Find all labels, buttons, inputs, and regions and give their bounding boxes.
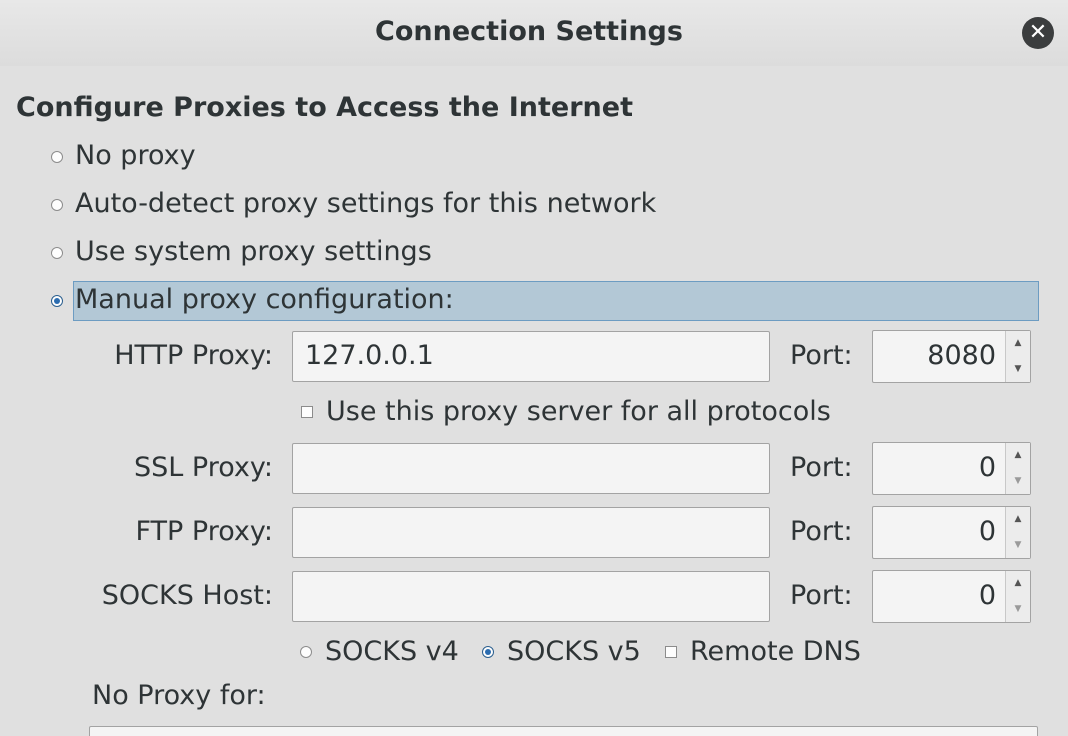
chevron-up-icon[interactable]: ▲ <box>1006 338 1030 348</box>
no-proxy-for-label: No Proxy for: <box>92 680 266 711</box>
socks-v4-label[interactable]: SOCKS v4 <box>325 636 459 667</box>
no-proxy-label[interactable]: No proxy <box>75 140 196 171</box>
share-all-protocols-checkbox[interactable] <box>301 406 313 418</box>
share-all-protocols-label[interactable]: Use this proxy server for all protocols <box>326 396 831 427</box>
auto-detect-label[interactable]: Auto-detect proxy settings for this netw… <box>75 188 656 219</box>
ssl-port-value[interactable]: 0 <box>979 452 996 483</box>
chevron-up-icon[interactable]: ▲ <box>1006 514 1030 524</box>
http-port-label: Port: <box>790 340 853 371</box>
http-port-spinner[interactable]: 8080 ▲ ▼ <box>872 330 1031 383</box>
socks-host-label: SOCKS Host: <box>101 580 273 611</box>
ssl-port-label: Port: <box>790 452 853 483</box>
socks-v4-radio[interactable] <box>300 646 312 658</box>
chevron-up-icon[interactable]: ▲ <box>1006 450 1030 460</box>
ssl-proxy-input[interactable] <box>292 443 770 494</box>
socks-port-spinner[interactable]: 0 ▲ ▼ <box>872 570 1031 623</box>
chevron-up-icon[interactable]: ▲ <box>1006 578 1030 588</box>
section-heading: Configure Proxies to Access the Internet <box>16 92 633 123</box>
dialog-title: Connection Settings <box>375 16 683 47</box>
title-bar: Connection Settings ✕ <box>0 0 1068 66</box>
ftp-port-value[interactable]: 0 <box>979 516 996 547</box>
no-proxy-radio[interactable] <box>51 151 63 163</box>
remote-dns-checkbox[interactable] <box>665 646 677 658</box>
system-proxy-radio[interactable] <box>51 247 63 259</box>
connection-settings-dialog: Connection Settings ✕ Configure Proxies … <box>0 0 1068 736</box>
spin-buttons: ▲ ▼ <box>1005 507 1030 558</box>
ssl-port-spinner[interactable]: 0 ▲ ▼ <box>872 442 1031 495</box>
manual-proxy-radio[interactable] <box>51 295 63 307</box>
close-button[interactable]: ✕ <box>1022 17 1054 49</box>
no-proxy-for-textarea[interactable] <box>89 726 1038 736</box>
chevron-down-icon[interactable]: ▼ <box>1006 604 1030 614</box>
socks-host-input[interactable] <box>292 571 770 622</box>
socks-v5-radio[interactable] <box>482 646 494 658</box>
spin-buttons: ▲ ▼ <box>1005 331 1030 382</box>
auto-detect-radio[interactable] <box>51 199 63 211</box>
http-proxy-input[interactable]: 127.0.0.1 <box>292 331 770 382</box>
socks-port-label: Port: <box>790 580 853 611</box>
chevron-down-icon[interactable]: ▼ <box>1006 476 1030 486</box>
spin-buttons: ▲ ▼ <box>1005 443 1030 494</box>
chevron-down-icon[interactable]: ▼ <box>1006 364 1030 374</box>
http-port-value[interactable]: 8080 <box>927 340 996 371</box>
socks-v5-label[interactable]: SOCKS v5 <box>507 636 641 667</box>
system-proxy-label[interactable]: Use system proxy settings <box>75 236 432 267</box>
remote-dns-label[interactable]: Remote DNS <box>690 636 861 667</box>
spin-buttons: ▲ ▼ <box>1005 571 1030 622</box>
ftp-port-label: Port: <box>790 516 853 547</box>
manual-proxy-label[interactable]: Manual proxy configuration: <box>75 284 454 315</box>
close-icon: ✕ <box>1028 20 1048 45</box>
socks-port-value[interactable]: 0 <box>979 580 996 611</box>
ssl-proxy-label: SSL Proxy: <box>134 452 273 483</box>
ftp-proxy-input[interactable] <box>292 507 770 558</box>
ftp-port-spinner[interactable]: 0 ▲ ▼ <box>872 506 1031 559</box>
http-proxy-label: HTTP Proxy: <box>114 340 273 371</box>
ftp-proxy-label: FTP Proxy: <box>135 516 273 547</box>
chevron-down-icon[interactable]: ▼ <box>1006 540 1030 550</box>
